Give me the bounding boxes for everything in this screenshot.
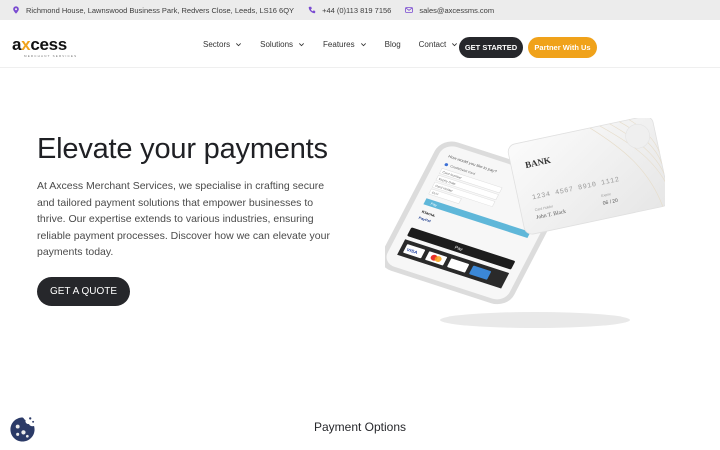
nav-item-contact[interactable]: Contact xyxy=(419,40,459,49)
nav-label: Sectors xyxy=(203,39,231,49)
email-text: sales@axcessms.com xyxy=(419,5,495,15)
nav-item-sectors[interactable]: Sectors xyxy=(203,40,242,49)
nav-item-blog[interactable]: Blog xyxy=(385,40,401,49)
payment-options-heading: Payment Options xyxy=(313,420,407,434)
address-text: Richmond House, Lawnswood Business Park,… xyxy=(26,5,295,15)
chevron-down-icon xyxy=(360,42,366,46)
chevron-down-icon xyxy=(452,42,458,46)
top-contact-bar: Richmond House, Lawnswood Business Park,… xyxy=(0,0,720,20)
nav-label: Features xyxy=(323,39,355,49)
nav-label: Contact xyxy=(418,39,447,49)
brand-name-start: a xyxy=(12,35,22,54)
brand-name-x: x xyxy=(21,35,31,54)
get-a-quote-button[interactable]: GET A QUOTE xyxy=(37,277,130,306)
brand-logo[interactable]: axcess MERCHANT SERVICES xyxy=(12,36,77,58)
phone-text: +44 (0)113 819 7156 xyxy=(322,5,392,15)
hero-description: At Axcess Merchant Services, we speciali… xyxy=(37,180,330,258)
partner-with-us-button[interactable]: Partner With Us xyxy=(528,37,597,58)
get-started-button[interactable]: GET STARTED xyxy=(459,37,523,58)
brand-tagline: MERCHANT SERVICES xyxy=(24,54,78,58)
envelope-icon xyxy=(405,7,414,13)
payment-illustration: How would you like to pay? Credit/Debit … xyxy=(385,118,665,328)
nav-label: Blog xyxy=(384,39,401,49)
site-header: axcess MERCHANT SERVICES Sectors Solutio… xyxy=(0,20,720,68)
hero-title: Elevate your payments xyxy=(37,133,328,165)
email-item[interactable]: sales@axcessms.com xyxy=(405,6,494,15)
nav-label: Solutions xyxy=(260,39,294,49)
phone-item[interactable]: +44 (0)113 819 7156 xyxy=(308,6,391,15)
nav-item-features[interactable]: Features xyxy=(323,40,367,49)
phone-shadow xyxy=(440,312,630,328)
nav-item-solutions[interactable]: Solutions xyxy=(260,40,305,49)
brand-wordmark: axcess xyxy=(12,36,77,53)
address-item: Richmond House, Lawnswood Business Park,… xyxy=(12,6,294,15)
chevron-down-icon xyxy=(236,42,242,46)
chevron-down-icon xyxy=(299,42,305,46)
brand-name-end: cess xyxy=(30,35,67,54)
bank-card: BANK 1234 4567 8910 1112 Card Holder Joh… xyxy=(507,118,665,235)
main-nav: Sectors Solutions Features Blog Contact xyxy=(203,20,476,68)
location-pin-icon xyxy=(13,6,19,14)
phone-icon xyxy=(308,6,316,14)
